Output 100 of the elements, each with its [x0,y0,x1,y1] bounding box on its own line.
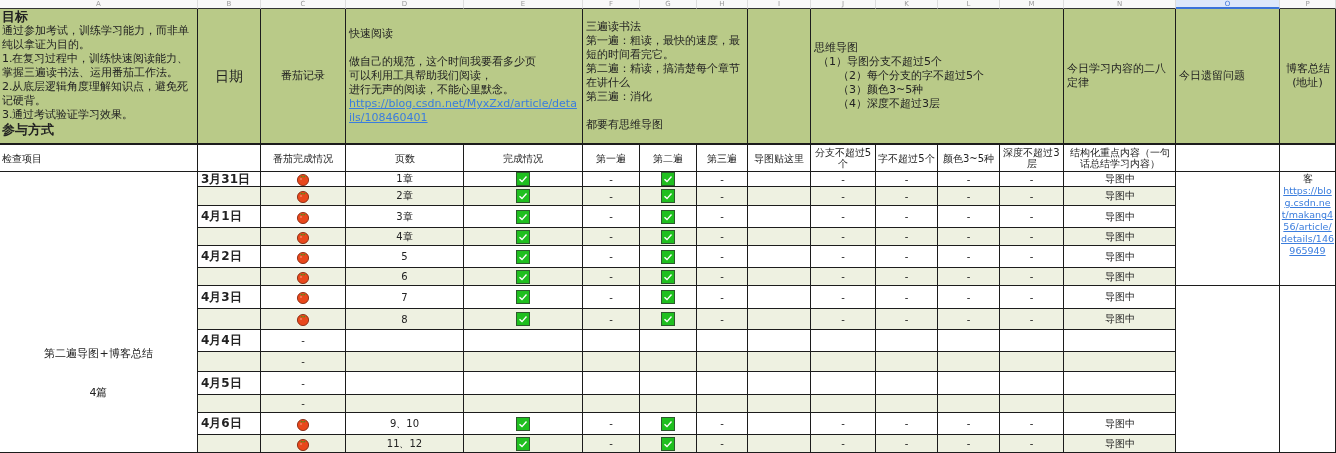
checkbox[interactable] [661,436,675,451]
table-cell: - [876,246,938,268]
mind-map-rule: （1）导图分支不超过5个 [817,55,943,69]
check-item-header: 导图贴这里 [748,145,811,172]
checkbox[interactable] [516,416,530,431]
table-cell [697,395,748,413]
table-cell: - [811,286,876,309]
tomato-icon [296,229,310,244]
date-header: 日期 [198,9,261,145]
checkbox[interactable] [516,269,530,284]
page-count: 6 [346,268,464,286]
table-cell: - [938,268,1000,286]
table-cell [748,309,811,330]
check-item-header: 第一遍 [583,145,640,172]
blog-link[interactable]: https://blog.csdn.net/makang456/article/details/146965949 [1281,185,1334,257]
checkbox[interactable] [661,269,675,284]
goal-text: 1.在复习过程中，训练快速阅读能力、掌握三遍读书法、运用番茄工作法。 [2,52,190,80]
checkbox[interactable] [516,312,530,326]
table-cell: - [583,268,640,286]
tomato-icon [296,209,310,224]
fast-reading-text: 做自己的规范，这个时间我要看多少页 [349,55,537,69]
checkbox[interactable] [661,312,675,326]
table-cell: - [938,228,1000,246]
open-issues-header: 今日遗留问题 [1176,9,1280,145]
table-cell: - [876,206,938,228]
checkbox[interactable] [661,290,675,304]
check-item-header: 番茄完成情况 [261,145,346,172]
table-cell [938,395,1000,413]
table-cell: - [697,246,748,268]
table-cell: - [697,435,748,453]
pareto-header: 今日学习内容的二八定律 [1064,9,1176,145]
mind-map-rule: （4）深度不超过3层 [837,97,941,111]
table-cell [198,145,261,172]
date-cell: 4月1日 [198,206,261,228]
tomato-icon [296,290,310,304]
table-cell: - [811,206,876,228]
checkbox[interactable] [516,229,530,244]
table-cell: - [938,286,1000,309]
table-cell: - [811,309,876,330]
table-cell: - [811,172,876,187]
plan-text: 4篇 [89,385,108,400]
tomato-icon [296,172,310,186]
table-cell: - [697,309,748,330]
table-cell: - [1000,413,1064,435]
check-item-header: 完成情况 [464,145,583,172]
checkbox[interactable] [516,209,530,224]
goal-text: 通过参加考试，训练学习能力，而非单纯以拿证为目的。 [2,24,190,52]
blog-summary-header: 博客总结 [1285,62,1330,76]
table-cell: - [1000,228,1064,246]
table-cell [876,372,938,395]
goal-title: 目标 [2,9,29,24]
checkbox[interactable] [661,209,675,224]
table-cell [697,352,748,372]
table-cell: - [583,187,640,206]
check-item-header: 深度不超过3层 [1000,145,1064,172]
tomato-icon [296,189,310,203]
checkbox[interactable] [661,416,675,431]
page-count: 5 [346,246,464,268]
table-cell: - [811,246,876,268]
date-cell: 4月6日 [198,413,261,435]
checkbox[interactable] [661,189,675,203]
checkbox[interactable] [516,249,530,264]
table-cell: 导图中 [1064,413,1176,435]
article-link[interactable]: https://blog.csdn.net/MyxZxd/article/details/108460401 [349,97,579,125]
table-cell [748,352,811,372]
table-cell [748,413,811,435]
table-cell: - [811,435,876,453]
blog-summary-header: (地址) [1292,76,1323,90]
checkbox[interactable] [516,189,530,203]
table-cell: - [1000,435,1064,453]
table-cell [583,395,640,413]
table-cell: - [938,172,1000,187]
checkbox[interactable] [516,290,530,304]
table-cell: - [583,435,640,453]
table-cell: - [583,309,640,330]
checkbox[interactable] [661,172,675,186]
check-item-header: 第二遍 [640,145,697,172]
date-cell: 4月5日 [198,372,261,395]
table-cell [876,395,938,413]
plan-text: 第二遍导图+博客总结 [44,346,153,361]
goal-text: 3.通过考试验证学习效果。 [2,108,135,122]
table-cell: - [811,187,876,206]
checkbox[interactable] [516,172,530,186]
fast-reading-text: 进行无声的阅读，不能心里默念。 [349,83,515,97]
table-cell: - [1000,187,1064,206]
checkbox[interactable] [661,249,675,264]
mind-map-rule: （3）颜色3~5种 [837,83,925,97]
checkbox[interactable] [516,436,530,451]
page-count: 8 [346,309,464,330]
three-pass-text: 第三遍：消化 [586,90,653,104]
tomato-icon [296,312,310,326]
table-cell [748,246,811,268]
table-cell: - [697,172,748,187]
table-cell: - [876,286,938,309]
table-cell [748,172,811,187]
table-cell: - [938,435,1000,453]
table-cell: - [938,309,1000,330]
table-cell: - [938,206,1000,228]
checkbox[interactable] [661,229,675,244]
table-cell: - [261,352,346,372]
